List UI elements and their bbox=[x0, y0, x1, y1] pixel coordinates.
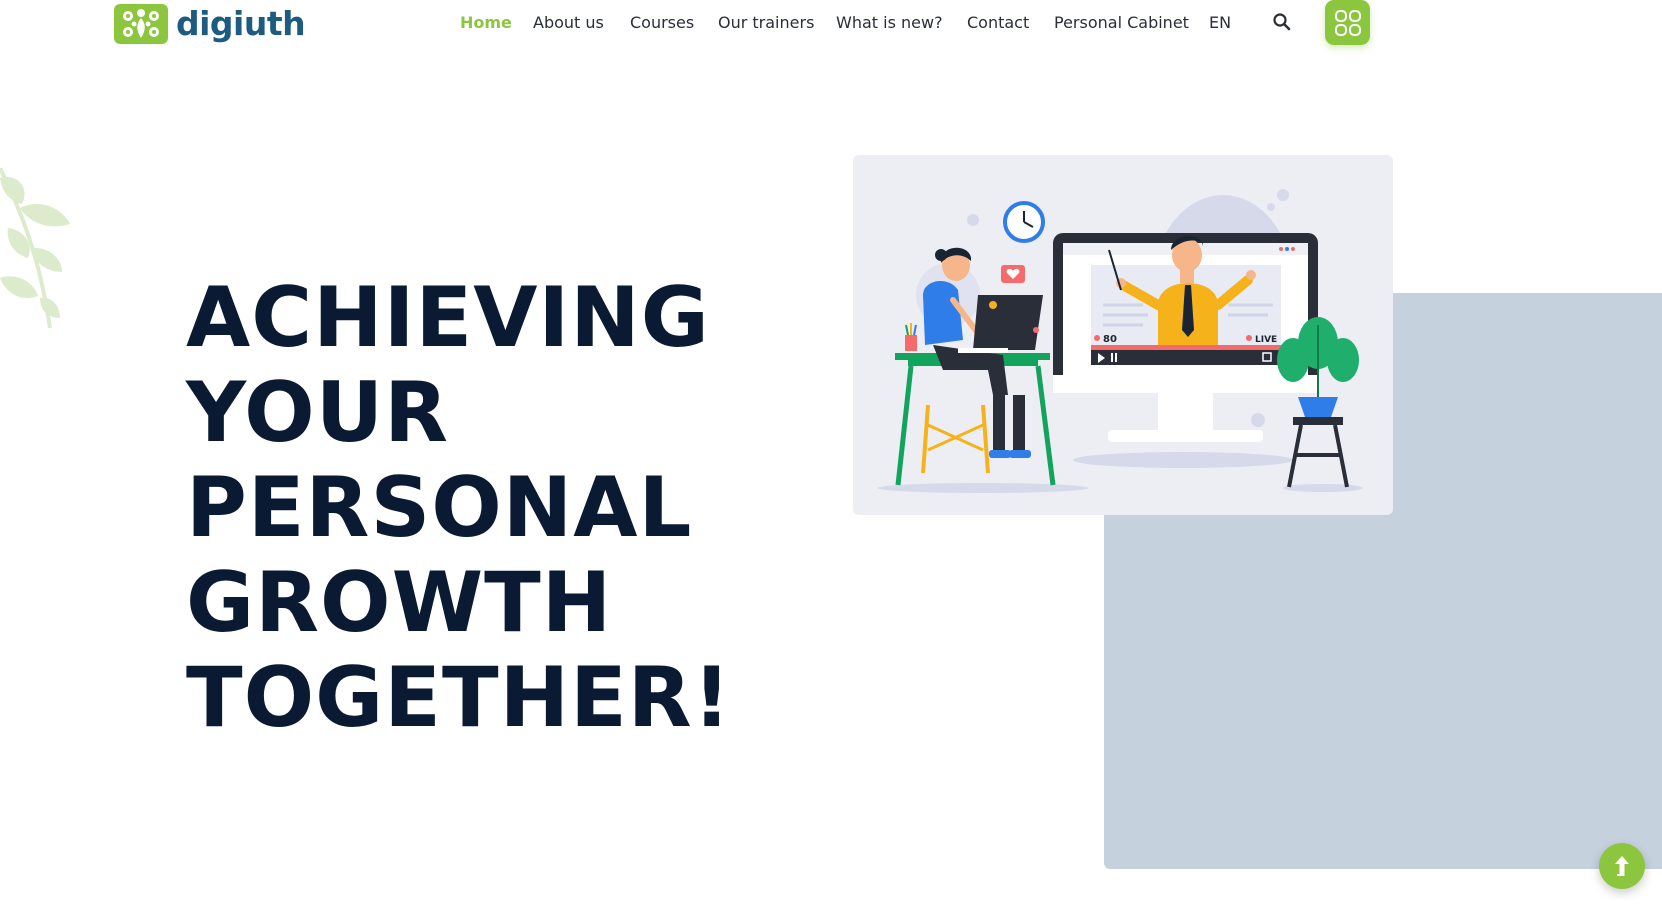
apps-menu-button[interactable] bbox=[1325, 0, 1370, 45]
grid-apps-icon bbox=[1334, 9, 1361, 36]
nav-item-what-is-new[interactable]: What is new? bbox=[836, 12, 943, 34]
hero-title-line: YOUR bbox=[186, 364, 450, 461]
logo-mark-icon bbox=[114, 4, 168, 44]
search-icon[interactable] bbox=[1272, 12, 1292, 32]
clock-icon bbox=[1003, 201, 1045, 243]
hero-illustration: 80 LIVE bbox=[853, 155, 1393, 515]
nav-item-contact[interactable]: Contact bbox=[967, 12, 1029, 34]
site-logo[interactable]: digiuth bbox=[114, 4, 306, 44]
arrow-up-icon bbox=[1615, 856, 1629, 876]
hero-title-line: TOGETHER! bbox=[186, 649, 732, 746]
nav-item-about-us[interactable]: About us bbox=[533, 12, 604, 34]
hero-title-line: ACHIEVING bbox=[186, 269, 710, 366]
viewer-count: 80 bbox=[1103, 334, 1117, 345]
hero-title-line: GROWTH bbox=[186, 554, 613, 651]
nav-item-personal-cabinet[interactable]: Personal Cabinet bbox=[1054, 12, 1189, 34]
live-label: LIVE bbox=[1255, 335, 1277, 345]
hero-title-line: PERSONAL bbox=[186, 459, 693, 556]
hero-title: ACHIEVING YOUR PERSONAL GROWTH TOGETHER! bbox=[186, 270, 746, 745]
language-switcher[interactable]: EN bbox=[1209, 12, 1231, 34]
scroll-to-top-button[interactable] bbox=[1599, 843, 1645, 889]
logo-text: digiuth bbox=[176, 4, 306, 43]
online-learning-illustration: 80 LIVE bbox=[878, 189, 1363, 493]
nav-item-home[interactable]: Home bbox=[460, 12, 512, 34]
nav-item-our-trainers[interactable]: Our trainers bbox=[718, 12, 814, 34]
decorative-leaf-icon bbox=[0, 168, 70, 328]
nav-item-courses[interactable]: Courses bbox=[630, 12, 694, 34]
